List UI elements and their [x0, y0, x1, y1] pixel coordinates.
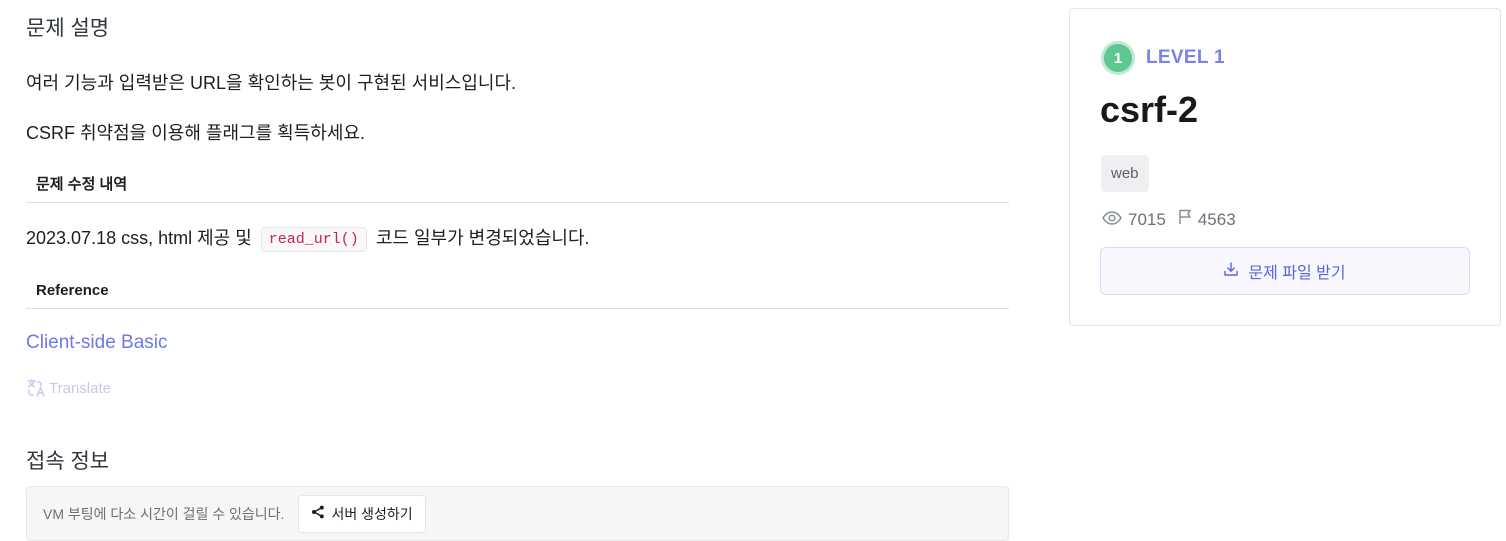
- challenge-page: 문제 설명 여러 기능과 입력받은 URL을 확인하는 봇이 구현된 서비스입니…: [0, 0, 1506, 541]
- challenge-stats: 7015 4563: [1102, 209, 1236, 230]
- changelog-heading: 문제 수정 내역: [26, 175, 1009, 203]
- changelog-rest-text: 코드 일부가 변경되었습니다.: [375, 228, 590, 248]
- challenge-info-card: 1 LEVEL 1 csrf-2 web 7015 4563 문제 파일 받기: [1069, 8, 1501, 326]
- create-server-label: 서버 생성하기: [331, 505, 413, 522]
- level-indicator: 1 LEVEL 1: [1101, 41, 1225, 75]
- solves-stat: 4563: [1178, 209, 1236, 230]
- connection-info-box: VM 부팅에 다소 시간이 걸릴 수 있습니다. 서버 생성하기: [26, 486, 1009, 541]
- level-label: LEVEL 1: [1146, 47, 1225, 68]
- reference-link[interactable]: Client-side Basic: [26, 332, 168, 354]
- connection-heading: 접속 정보: [26, 450, 110, 473]
- inline-code: read_url(): [260, 227, 367, 252]
- translate-icon: [26, 378, 46, 398]
- eye-icon: [1102, 210, 1122, 230]
- reference-heading: Reference: [26, 281, 1009, 309]
- download-icon: [1224, 261, 1239, 281]
- views-count: 7015: [1128, 209, 1166, 229]
- description-heading: 문제 설명: [26, 17, 110, 40]
- download-label: 문제 파일 받기: [1248, 265, 1346, 282]
- level-badge: 1: [1101, 41, 1135, 75]
- create-server-button[interactable]: 서버 생성하기: [298, 494, 426, 533]
- translate-label: Translate: [49, 379, 111, 397]
- download-files-button[interactable]: 문제 파일 받기: [1100, 247, 1470, 295]
- vm-boot-note: VM 부팅에 다소 시간이 걸릴 수 있습니다.: [43, 505, 285, 522]
- views-stat: 7015: [1102, 210, 1166, 230]
- description-line-2: CSRF 취약점을 이용해 플래그를 획득하세요.: [26, 123, 365, 143]
- translate-button[interactable]: Translate: [26, 378, 111, 398]
- flag-icon: [1178, 209, 1192, 230]
- changelog-date-text: 2023.07.18 css, html 제공 및: [26, 228, 252, 248]
- challenge-title: csrf-2: [1100, 89, 1199, 130]
- solves-count: 4563: [1197, 209, 1236, 229]
- changelog-text: 2023.07.18 css, html 제공 및 read_url() 코드 …: [26, 224, 590, 252]
- share-icon: [311, 505, 325, 522]
- description-line-1: 여러 기능과 입력받은 URL을 확인하는 봇이 구현된 서비스입니다.: [26, 73, 517, 93]
- category-tag[interactable]: web: [1101, 155, 1149, 192]
